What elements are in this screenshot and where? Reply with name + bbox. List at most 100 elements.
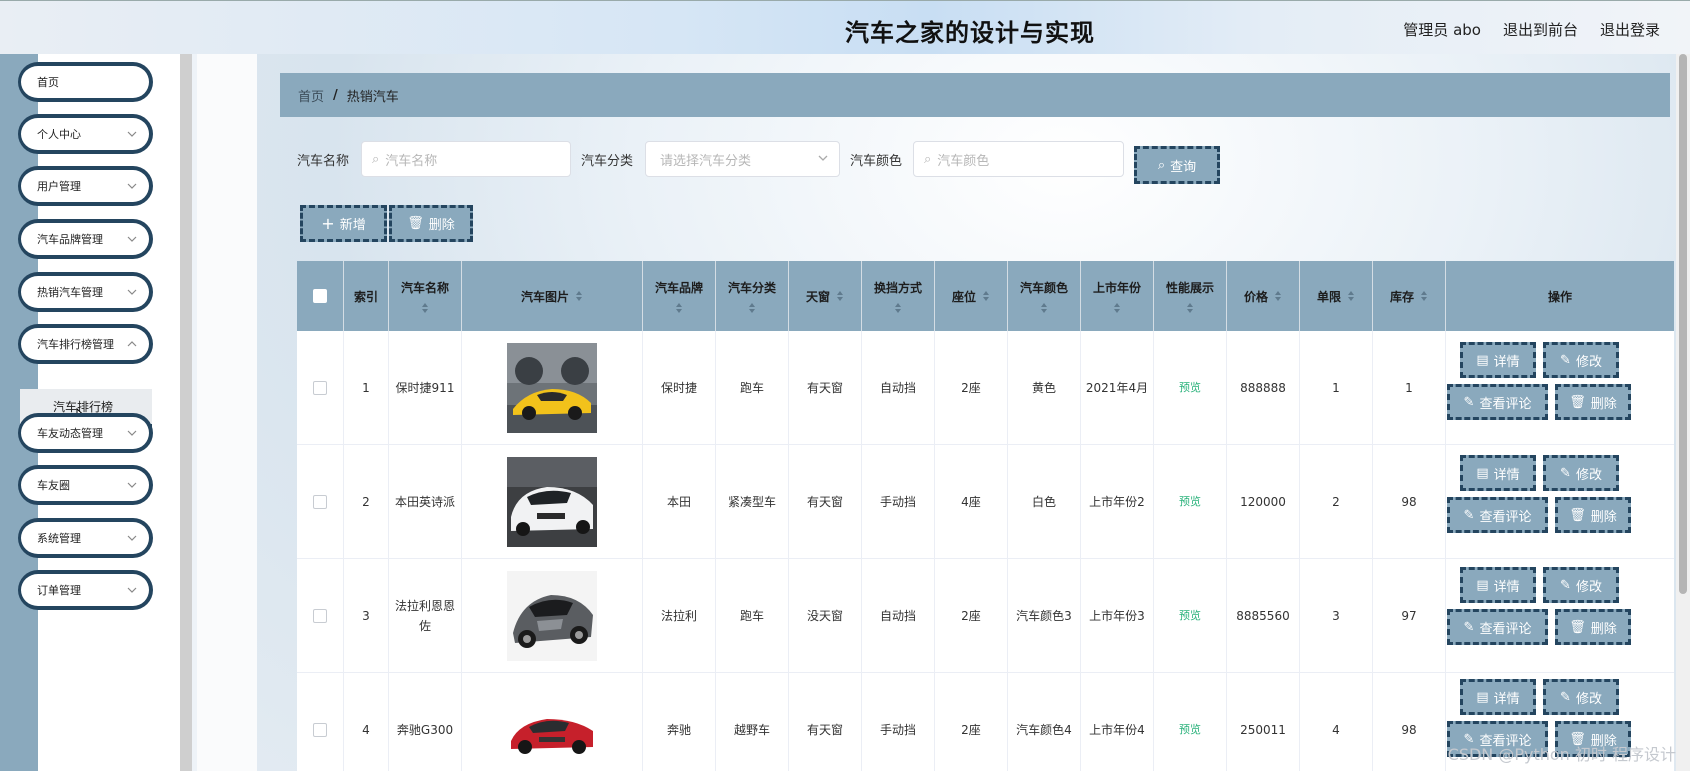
sidebar-item-brand-management[interactable]: 汽车品牌管理: [18, 219, 153, 259]
delete-button[interactable]: 🗑 删除: [1555, 497, 1631, 533]
car-color-input[interactable]: ⌕ 汽车颜色: [913, 141, 1124, 177]
sort-icon[interactable]: [575, 290, 583, 302]
search-icon: ⌕: [372, 151, 380, 167]
edit-button[interactable]: ✎ 修改: [1543, 679, 1619, 715]
edit-button-label: 修改: [1575, 467, 1602, 483]
edit-icon: ✎: [1560, 689, 1571, 705]
sort-icon[interactable]: [1420, 290, 1428, 302]
column-header-limit[interactable]: 单限: [1300, 261, 1373, 331]
sort-icon[interactable]: [894, 302, 902, 314]
column-label: 汽车图片: [520, 289, 569, 304]
sunroof-cell: 有天窗: [789, 331, 862, 445]
column-header-color[interactable]: 汽车颜色: [1008, 261, 1081, 331]
logout-link[interactable]: 退出登录: [1600, 19, 1660, 40]
sidebar-item-user-management[interactable]: 用户管理: [18, 166, 153, 206]
name-cell: 本田英诗派: [389, 445, 462, 559]
column-header-gear[interactable]: 换挡方式: [862, 261, 935, 331]
index-cell: 4: [344, 673, 389, 771]
sidebar-item-ranking-management[interactable]: 汽车排行榜管理: [18, 324, 153, 364]
row-checkbox[interactable]: [313, 609, 327, 623]
chevron-down-icon: [127, 289, 137, 295]
chevron-down-icon: [127, 183, 137, 189]
performance-cell: 预览: [1154, 445, 1227, 559]
chevron-down-icon: [818, 155, 828, 161]
row-checkbox[interactable]: [313, 381, 327, 395]
column-header-performance[interactable]: 性能展示: [1154, 261, 1227, 331]
sidebar-item-label: 订单管理: [37, 584, 81, 597]
sort-icon[interactable]: [1186, 302, 1194, 314]
sidebar-item-home[interactable]: 首页: [18, 62, 153, 102]
detail-button[interactable]: ▤ 详情: [1460, 455, 1536, 491]
breadcrumb-home[interactable]: 首页: [298, 86, 324, 105]
sidebar-item-car-circle[interactable]: 车友圈: [18, 465, 153, 505]
row-checkbox[interactable]: [313, 723, 327, 737]
sort-icon[interactable]: [421, 302, 429, 314]
preview-link[interactable]: 预览: [1179, 720, 1201, 740]
edit-icon: ✎: [1463, 394, 1475, 410]
edit-button[interactable]: ✎ 修改: [1543, 567, 1619, 603]
sidebar-item-label: 汽车排行榜管理: [37, 338, 114, 351]
sidebar-scrollbar[interactable]: [180, 54, 192, 771]
column-header-stock[interactable]: 库存: [1373, 261, 1446, 331]
delete-button[interactable]: 🗑 删除: [1555, 384, 1631, 420]
sort-icon[interactable]: [1040, 302, 1048, 314]
column-header-year[interactable]: 上市年份: [1081, 261, 1154, 331]
sort-icon[interactable]: [1347, 290, 1355, 302]
sidebar-item-personal-center[interactable]: 个人中心: [18, 114, 153, 154]
column-header-name[interactable]: 汽车名称: [389, 261, 462, 331]
column-header-brand[interactable]: 汽车品牌: [643, 261, 716, 331]
brand-cell: 保时捷: [643, 331, 716, 445]
stock-cell: 97: [1373, 559, 1446, 673]
car-color-placeholder: 汽车颜色: [937, 153, 990, 169]
scrollbar-thumb[interactable]: [1679, 54, 1687, 594]
view-comments-button[interactable]: ✎ 查看评论: [1447, 497, 1548, 533]
column-label: 上市年份: [1092, 280, 1141, 295]
row-checkbox[interactable]: [313, 495, 327, 509]
performance-cell: 预览: [1154, 331, 1227, 445]
batch-delete-button[interactable]: 🗑 删除: [389, 205, 473, 242]
view-comments-button[interactable]: ✎ 查看评论: [1447, 384, 1548, 420]
image-cell: [462, 559, 643, 673]
column-label: 索引: [353, 289, 378, 304]
detail-button[interactable]: ▤ 详情: [1460, 679, 1536, 715]
column-label: 汽车品牌: [654, 280, 703, 295]
column-header-image[interactable]: 汽车图片: [462, 261, 643, 331]
detail-button[interactable]: ▤ 详情: [1460, 567, 1536, 603]
view-comments-button[interactable]: ✎ 查看评论: [1447, 609, 1548, 645]
car-name-input[interactable]: ⌕ 汽车名称: [361, 141, 571, 177]
breadcrumb-separator: /: [333, 87, 338, 103]
preview-link[interactable]: 预览: [1179, 606, 1201, 626]
back-to-frontend-link[interactable]: 退出到前台: [1503, 19, 1578, 40]
detail-button-label: 详情: [1493, 354, 1520, 370]
page-scrollbar[interactable]: [1676, 54, 1690, 771]
sidebar-item-system-management[interactable]: 系统管理: [18, 518, 153, 558]
sidebar-item-moments-management[interactable]: 车友动态管理: [18, 413, 153, 453]
sidebar-item-order-management[interactable]: 订单管理: [18, 570, 153, 610]
sort-icon[interactable]: [836, 290, 844, 302]
add-button[interactable]: + 新增: [300, 205, 387, 242]
plus-icon: +: [321, 214, 335, 233]
trash-icon: 🗑: [1569, 394, 1586, 410]
edit-button[interactable]: ✎ 修改: [1543, 455, 1619, 491]
query-button[interactable]: ⌕ 查询: [1134, 146, 1220, 184]
column-header-seats[interactable]: 座位: [935, 261, 1008, 331]
admin-user-label[interactable]: 管理员 abo: [1403, 19, 1481, 40]
preview-link[interactable]: 预览: [1179, 492, 1201, 512]
sort-icon[interactable]: [982, 290, 990, 302]
sort-icon[interactable]: [1113, 302, 1121, 314]
detail-button[interactable]: ▤ 详情: [1460, 342, 1536, 378]
sort-icon[interactable]: [1274, 290, 1282, 302]
column-label: 操作: [1547, 289, 1572, 304]
edit-button[interactable]: ✎ 修改: [1543, 342, 1619, 378]
index-cell: 3: [344, 559, 389, 673]
car-category-select[interactable]: 请选择汽车分类: [645, 141, 840, 177]
preview-link[interactable]: 预览: [1179, 378, 1201, 398]
delete-button[interactable]: 🗑 删除: [1555, 609, 1631, 645]
sidebar-item-hot-car-management[interactable]: 热销汽车管理: [18, 272, 153, 312]
sort-icon[interactable]: [675, 302, 683, 314]
column-header-sunroof[interactable]: 天窗: [789, 261, 862, 331]
sort-icon[interactable]: [748, 302, 756, 314]
select-all-checkbox[interactable]: [313, 289, 327, 303]
column-header-category[interactable]: 汽车分类: [716, 261, 789, 331]
column-header-price[interactable]: 价格: [1227, 261, 1300, 331]
